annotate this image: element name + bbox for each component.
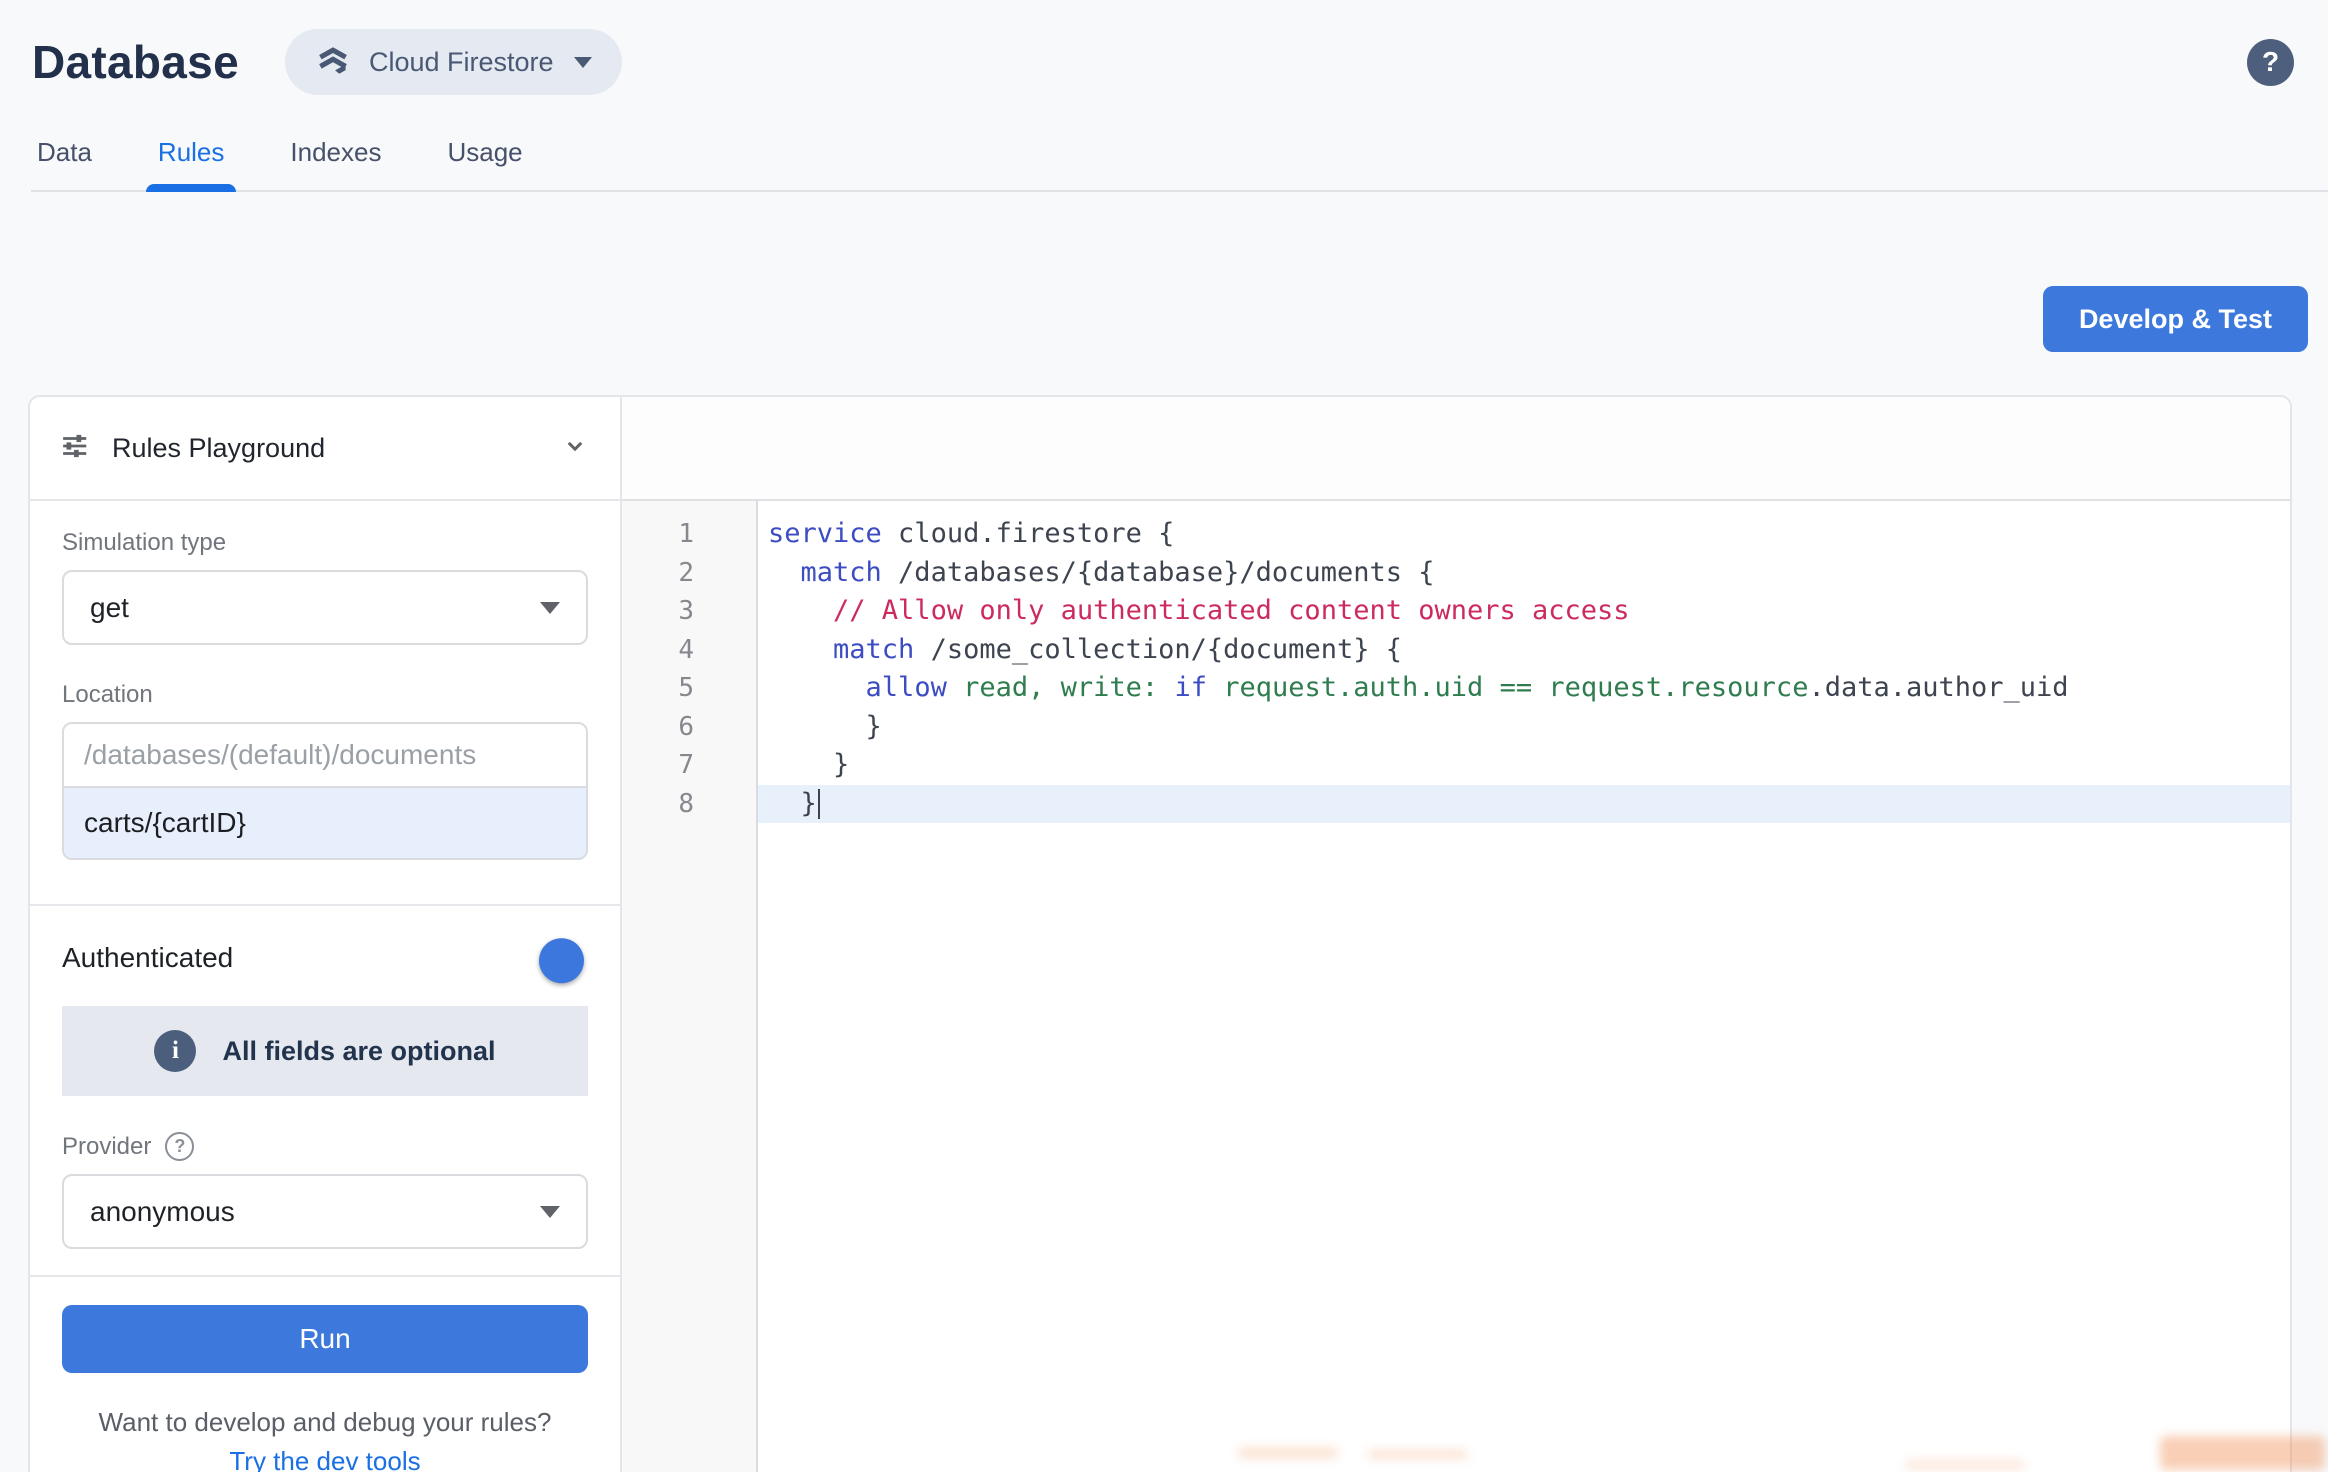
editor-toolbar [622,397,2290,501]
provider-value: anonymous [90,1196,235,1228]
rules-playground-header[interactable]: Rules Playground [30,397,620,501]
page-header: Database Cloud Firestore [0,0,2328,104]
code-line-1[interactable]: service cloud.firestore { [758,515,2290,554]
code-area[interactable]: service cloud.firestore { match /databas… [758,501,2290,1472]
divider [30,1275,620,1277]
product-chip-label: Cloud Firestore [369,47,554,78]
divider [30,904,620,906]
info-icon [154,1030,196,1072]
tab-data[interactable]: Data [31,137,98,190]
code-line-4[interactable]: match /some_collection/{document} { [758,631,2290,670]
help-icon[interactable] [2247,39,2294,86]
line-number: 6 [622,708,756,747]
product-selector-chip[interactable]: Cloud Firestore [285,29,622,95]
code-line-8[interactable]: } [758,785,2290,824]
line-number: 1 [622,515,756,554]
develop-test-button[interactable]: Develop & Test [2043,286,2308,352]
tab-indexes[interactable]: Indexes [284,137,387,190]
action-row: Develop & Test [0,192,2328,352]
code-editor[interactable]: 12345678 service cloud.firestore { match… [622,501,2290,1472]
simulation-type-select[interactable]: get [62,570,588,645]
line-number-gutter: 12345678 [622,501,758,1472]
rules-playground-panel: Rules Playground Simulation type get Loc… [30,397,622,1472]
line-number: 8 [622,785,756,824]
provider-help-icon[interactable] [165,1132,194,1161]
authenticated-label: Authenticated [62,942,520,974]
line-number: 3 [622,592,756,631]
tab-rules[interactable]: Rules [152,137,230,190]
location-input[interactable]: carts/{cartID} [64,788,586,858]
line-number: 4 [622,631,756,670]
simulation-type-value: get [90,592,129,624]
code-line-6[interactable]: } [758,708,2290,747]
rules-editor-pane: 12345678 service cloud.firestore { match… [622,397,2290,1472]
tab-bar: Data Rules Indexes Usage [31,130,2328,192]
code-line-2[interactable]: match /databases/{database}/documents { [758,554,2290,593]
code-line-5[interactable]: allow read, write: if request.auth.uid =… [758,669,2290,708]
text-cursor [818,789,820,819]
info-banner: All fields are optional [62,1006,588,1096]
collapse-chevron-icon[interactable] [560,431,590,466]
simulation-type-label: Simulation type [62,529,588,557]
firestore-icon [315,44,351,80]
dev-tools-question: Want to develop and debug your rules? [62,1407,588,1438]
rules-playground-title: Rules Playground [112,433,560,464]
location-path-prefix: /databases/(default)/documents [64,724,586,788]
tab-usage[interactable]: Usage [441,137,528,190]
dropdown-caret-icon [540,602,560,614]
location-field-group: /databases/(default)/documents carts/{ca… [62,722,588,860]
line-number: 5 [622,669,756,708]
line-number: 7 [622,746,756,785]
tune-icon [60,431,90,466]
location-label: Location [62,681,588,709]
run-button[interactable]: Run [62,1305,588,1373]
info-banner-text: All fields are optional [222,1036,495,1067]
page-title: Database [32,35,239,89]
provider-select[interactable]: anonymous [62,1174,588,1249]
authenticated-toggle[interactable] [520,944,578,972]
provider-label: Provider [62,1133,151,1161]
line-number: 2 [622,554,756,593]
dev-tools-link[interactable]: Try the dev tools [229,1446,420,1472]
chevron-down-icon [574,57,592,68]
code-line-7[interactable]: } [758,746,2290,785]
rules-card: Rules Playground Simulation type get Loc… [28,395,2292,1472]
dropdown-caret-icon [540,1206,560,1218]
code-line-3[interactable]: // Allow only authenticated content owne… [758,592,2290,631]
